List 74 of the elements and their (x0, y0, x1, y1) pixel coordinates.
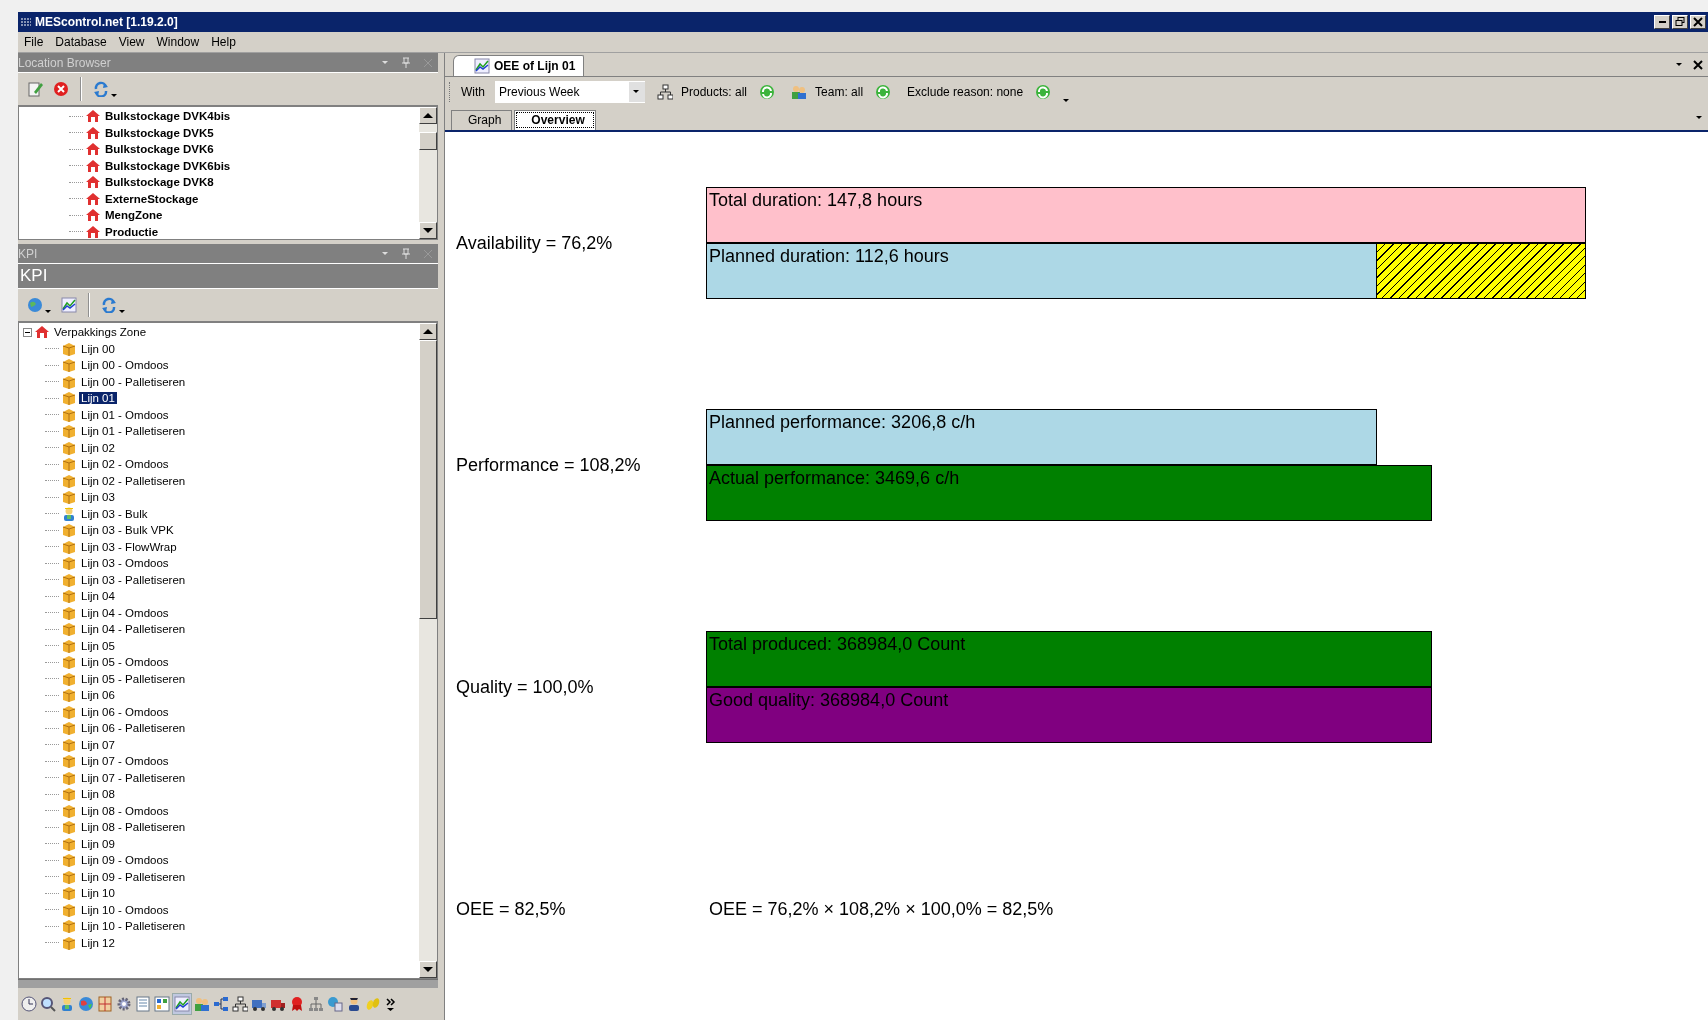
tree-item[interactable]: Verpakkings Zone (52, 326, 149, 339)
tree-item[interactable]: Lijn 03 - FlowWrap (79, 540, 179, 553)
kpi-label: Availability = 76,2% (456, 232, 614, 254)
tree-item[interactable]: Lijn 07 (79, 738, 117, 751)
window-title: MEScontrol.net [1.19.2.0] (35, 15, 178, 29)
tree-item[interactable]: Bulkstockage DVK5 (103, 126, 216, 139)
tree-item[interactable]: Lijn 10 - Palletiseren (79, 920, 188, 933)
panel-heading: KPI (18, 264, 438, 289)
tree-item[interactable]: Productie (103, 225, 161, 238)
bar-label: Good quality: 368984,0 Count (709, 690, 949, 710)
tree-item[interactable]: Lijn 06 (79, 689, 117, 702)
tree-item[interactable]: Lijn 01 (79, 392, 117, 405)
kpi-label: OEE = 82,5% (456, 898, 567, 920)
tree-item[interactable]: Lijn 08 - Omdoos (79, 804, 171, 817)
tree-item[interactable]: Lijn 00 - Omdoos (79, 359, 171, 372)
tree-item[interactable]: Lijn 09 - Omdoos (79, 854, 171, 867)
bar-label: Actual performance: 3469,6 c/h (709, 468, 960, 488)
tree-item[interactable]: Lijn 00 (79, 342, 117, 355)
tree-item[interactable]: Lijn 05 - Palletiseren (79, 672, 188, 685)
tree-item[interactable]: Bulkstockage DVK4bis (103, 110, 233, 123)
tree-item[interactable]: Lijn 03 - Palletiseren (79, 573, 188, 586)
tree-item[interactable]: Lijn 03 - Bulk (79, 507, 150, 520)
tree-item[interactable]: Lijn 03 (79, 491, 117, 504)
tree-item[interactable]: Lijn 04 (79, 590, 117, 603)
tree-item[interactable]: Lijn 12 (79, 936, 117, 949)
kpi-label: Quality = 100,0% (456, 676, 595, 698)
products-filter-button[interactable]: Products: all (653, 84, 752, 100)
team-filter-button[interactable]: Team: all (787, 84, 868, 100)
tree-item[interactable]: Lijn 08 (79, 788, 117, 801)
tree-item[interactable]: ExterneStockage (103, 192, 201, 205)
bar-label: Total produced: 368984,0 Count (709, 634, 966, 654)
field-label: With (461, 85, 485, 99)
tree-item[interactable]: Lijn 01 - Omdoos (79, 408, 171, 421)
kpi-label: Performance = 108,2% (456, 454, 642, 476)
tree-item[interactable]: Lijn 05 - Omdoos (79, 656, 171, 669)
tree-item[interactable]: Lijn 09 (79, 837, 117, 850)
menu-item[interactable]: Window (150, 35, 206, 49)
tree-item[interactable]: Bulkstockage DVK8 (103, 176, 216, 189)
tree-item[interactable]: Lijn 02 (79, 441, 117, 454)
oee-formula: OEE = 76,2% × 108,2% × 100,0% = 82,5% (708, 898, 1055, 920)
panel-title: Location Browser (18, 55, 111, 70)
tree-item[interactable]: Bulkstockage DVK6 (103, 143, 216, 156)
tree-item[interactable]: Lijn 10 (79, 887, 117, 900)
document-tab[interactable]: OEE of Lijn 01 (453, 55, 585, 77)
tree-item[interactable]: Lijn 07 - Palletiseren (79, 771, 188, 784)
menu-item[interactable]: View (112, 35, 151, 49)
view-tab[interactable]: Graph (451, 110, 513, 130)
view-tab[interactable]: Overview (514, 110, 596, 130)
tree-item[interactable]: Lijn 08 - Palletiseren (79, 821, 188, 834)
tree-item[interactable]: Lijn 03 - Omdoos (79, 557, 171, 570)
tree-item[interactable]: Lijn 06 - Palletiseren (79, 722, 188, 735)
tree-item[interactable]: Lijn 04 - Palletiseren (79, 623, 188, 636)
tree-item[interactable]: Lijn 06 - Omdoos (79, 705, 171, 718)
bar-label: Planned performance: 3206,8 c/h (709, 412, 976, 432)
tree-item[interactable]: Lijn 02 - Omdoos (79, 458, 171, 471)
tree-item[interactable]: Lijn 03 - Bulk VPK (79, 524, 176, 537)
menu-item[interactable]: Help (205, 35, 242, 49)
menu-item[interactable]: Database (49, 35, 113, 49)
exclude-filter-button[interactable]: Exclude reason: none (903, 85, 1028, 99)
tree-item[interactable]: Lijn 07 - Omdoos (79, 755, 171, 768)
tree-item[interactable]: Bulkstockage DVK6bis (103, 159, 233, 172)
tree-item[interactable]: Lijn 04 - Omdoos (79, 606, 171, 619)
tree-item[interactable]: Lijn 00 - Palletiseren (79, 375, 188, 388)
bar-label: Planned duration: 112,6 hours (709, 246, 949, 266)
period-dropdown[interactable]: Previous Week (495, 81, 645, 103)
tree-item[interactable]: Lijn 10 - Omdoos (79, 903, 171, 916)
tree-item[interactable]: Lijn 02 - Palletiseren (79, 474, 188, 487)
tree-item[interactable]: MengZone (103, 209, 165, 222)
tree-item[interactable]: Lijn 05 (79, 639, 117, 652)
tree-item[interactable]: Lijn 09 - Palletiseren (79, 870, 188, 883)
panel-title: KPI (18, 246, 38, 261)
menu-item[interactable]: File (18, 35, 50, 49)
bar-label: Total duration: 147,8 hours (709, 190, 923, 210)
tree-item[interactable]: Lijn 01 - Palletiseren (79, 425, 188, 438)
